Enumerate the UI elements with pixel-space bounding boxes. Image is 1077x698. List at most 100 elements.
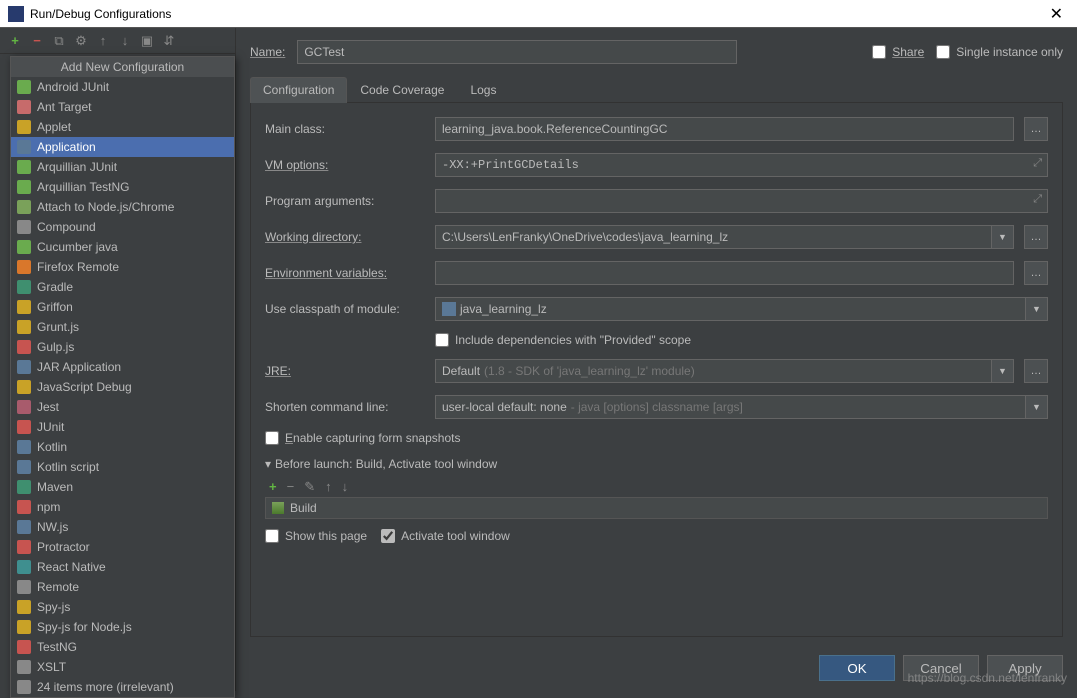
browse-jre-button[interactable]: … [1024,359,1048,383]
config-type-label: Android JUnit [37,80,109,94]
working-dir-caret-icon[interactable]: ▼ [992,225,1014,249]
config-type-item[interactable]: Gulp.js [11,337,234,357]
shorten-caret-icon[interactable]: ▼ [1026,395,1048,419]
include-provided-checkbox[interactable]: Include dependencies with "Provided" sco… [435,333,691,347]
config-type-icon [17,180,31,194]
jre-select[interactable]: Default (1.8 - SDK of 'java_learning_lz'… [435,359,992,383]
config-type-item[interactable]: Protractor [11,537,234,557]
main-class-input[interactable] [435,117,1014,141]
config-type-icon [17,580,31,594]
close-icon[interactable]: ✕ [1044,4,1069,24]
enable-capture-checkbox[interactable]: Enable capturing form snapshots [265,431,460,445]
build-task-row[interactable]: Build [265,497,1048,519]
activate-tool-window-checkbox[interactable]: Activate tool window [381,529,510,543]
config-type-item[interactable]: JavaScript Debug [11,377,234,397]
config-type-item[interactable]: React Native [11,557,234,577]
show-this-page-checkbox[interactable]: Show this page [265,529,367,543]
config-type-label: JavaScript Debug [37,380,132,394]
config-type-item[interactable]: Grunt.js [11,317,234,337]
browse-working-dir-button[interactable]: … [1024,225,1048,249]
config-type-label: JUnit [37,420,64,434]
config-type-item[interactable]: Remote [11,577,234,597]
config-type-icon [17,660,31,674]
config-type-label: NW.js [37,520,68,534]
edit-task-icon[interactable]: ✎ [304,479,315,495]
remove-task-icon[interactable]: − [287,479,295,495]
config-type-label: Application [37,140,96,154]
config-type-item[interactable]: Compound [11,217,234,237]
share-checkbox[interactable]: Share [872,45,924,59]
env-vars-label: Environment variables: [265,266,425,280]
task-down-icon[interactable]: ↓ [342,479,349,495]
config-type-item[interactable]: Spy-js [11,597,234,617]
config-type-item[interactable]: npm [11,497,234,517]
name-input[interactable] [297,40,737,64]
config-type-icon [17,280,31,294]
config-type-item[interactable]: 24 items more (irrelevant) [11,677,234,697]
config-type-item[interactable]: Gradle [11,277,234,297]
tab-code-coverage[interactable]: Code Coverage [347,77,457,103]
tab-logs[interactable]: Logs [457,77,509,103]
program-args-input[interactable] [435,189,1048,213]
config-type-item[interactable]: Arquillian JUnit [11,157,234,177]
vm-options-label: VM options: [265,158,425,172]
config-type-icon [17,140,31,154]
config-type-icon [17,120,31,134]
add-task-icon[interactable]: + [269,479,277,495]
config-type-item[interactable]: Arquillian TestNG [11,177,234,197]
config-type-item[interactable]: Jest [11,397,234,417]
remove-config-icon[interactable]: − [30,33,44,48]
add-config-icon[interactable]: + [8,33,22,48]
config-type-item[interactable]: NW.js [11,517,234,537]
config-type-item[interactable]: Android JUnit [11,77,234,97]
config-type-item[interactable]: Kotlin [11,437,234,457]
copy-config-icon[interactable]: ⧉ [52,33,66,49]
config-type-item[interactable]: Spy-js for Node.js [11,617,234,637]
config-type-label: Kotlin [37,440,67,454]
config-type-label: Compound [37,220,96,234]
config-type-item[interactable]: TestNG [11,637,234,657]
config-type-label: npm [37,500,60,514]
vm-options-input[interactable] [435,153,1048,177]
config-type-item[interactable]: JUnit [11,417,234,437]
config-type-label: Ant Target [37,100,91,114]
tab-configuration[interactable]: Configuration [250,77,347,103]
sort-icon[interactable]: ⇵ [162,33,176,49]
move-down-icon[interactable]: ↓ [118,33,132,48]
config-type-item[interactable]: Ant Target [11,97,234,117]
task-up-icon[interactable]: ↑ [325,479,332,495]
config-type-item[interactable]: Application [11,137,234,157]
config-type-item[interactable]: Cucumber java [11,237,234,257]
env-vars-input[interactable] [435,261,1014,285]
browse-env-button[interactable]: … [1024,261,1048,285]
ok-button[interactable]: OK [819,655,895,681]
config-type-icon [17,560,31,574]
move-up-icon[interactable]: ↑ [96,33,110,48]
config-type-icon [17,240,31,254]
working-dir-input[interactable] [435,225,992,249]
config-type-item[interactable]: Applet [11,117,234,137]
config-type-icon [17,500,31,514]
config-type-label: JAR Application [37,360,121,374]
config-type-item[interactable]: Griffon [11,297,234,317]
browse-main-class-button[interactable]: … [1024,117,1048,141]
jre-caret-icon[interactable]: ▼ [992,359,1014,383]
folder-icon[interactable]: ▣ [140,33,154,49]
jre-label: JRE: [265,364,425,378]
config-type-item[interactable]: JAR Application [11,357,234,377]
config-type-item[interactable]: XSLT [11,657,234,677]
before-launch-header[interactable]: ▾ Before launch: Build, Activate tool wi… [265,457,1048,471]
config-type-item[interactable]: Firefox Remote [11,257,234,277]
classpath-select[interactable]: java_learning_lz [435,297,1026,321]
config-type-item[interactable]: Maven [11,477,234,497]
config-type-icon [17,520,31,534]
shorten-select[interactable]: user-local default: none - java [options… [435,395,1026,419]
config-type-item[interactable]: Attach to Node.js/Chrome [11,197,234,217]
config-type-item[interactable]: Kotlin script [11,457,234,477]
config-tabs: Configuration Code Coverage Logs [250,76,1063,103]
classpath-caret-icon[interactable]: ▼ [1026,297,1048,321]
config-type-icon [17,600,31,614]
config-type-icon [17,320,31,334]
settings-icon[interactable]: ⚙ [74,33,88,49]
single-instance-checkbox[interactable]: Single instance only [936,45,1063,59]
